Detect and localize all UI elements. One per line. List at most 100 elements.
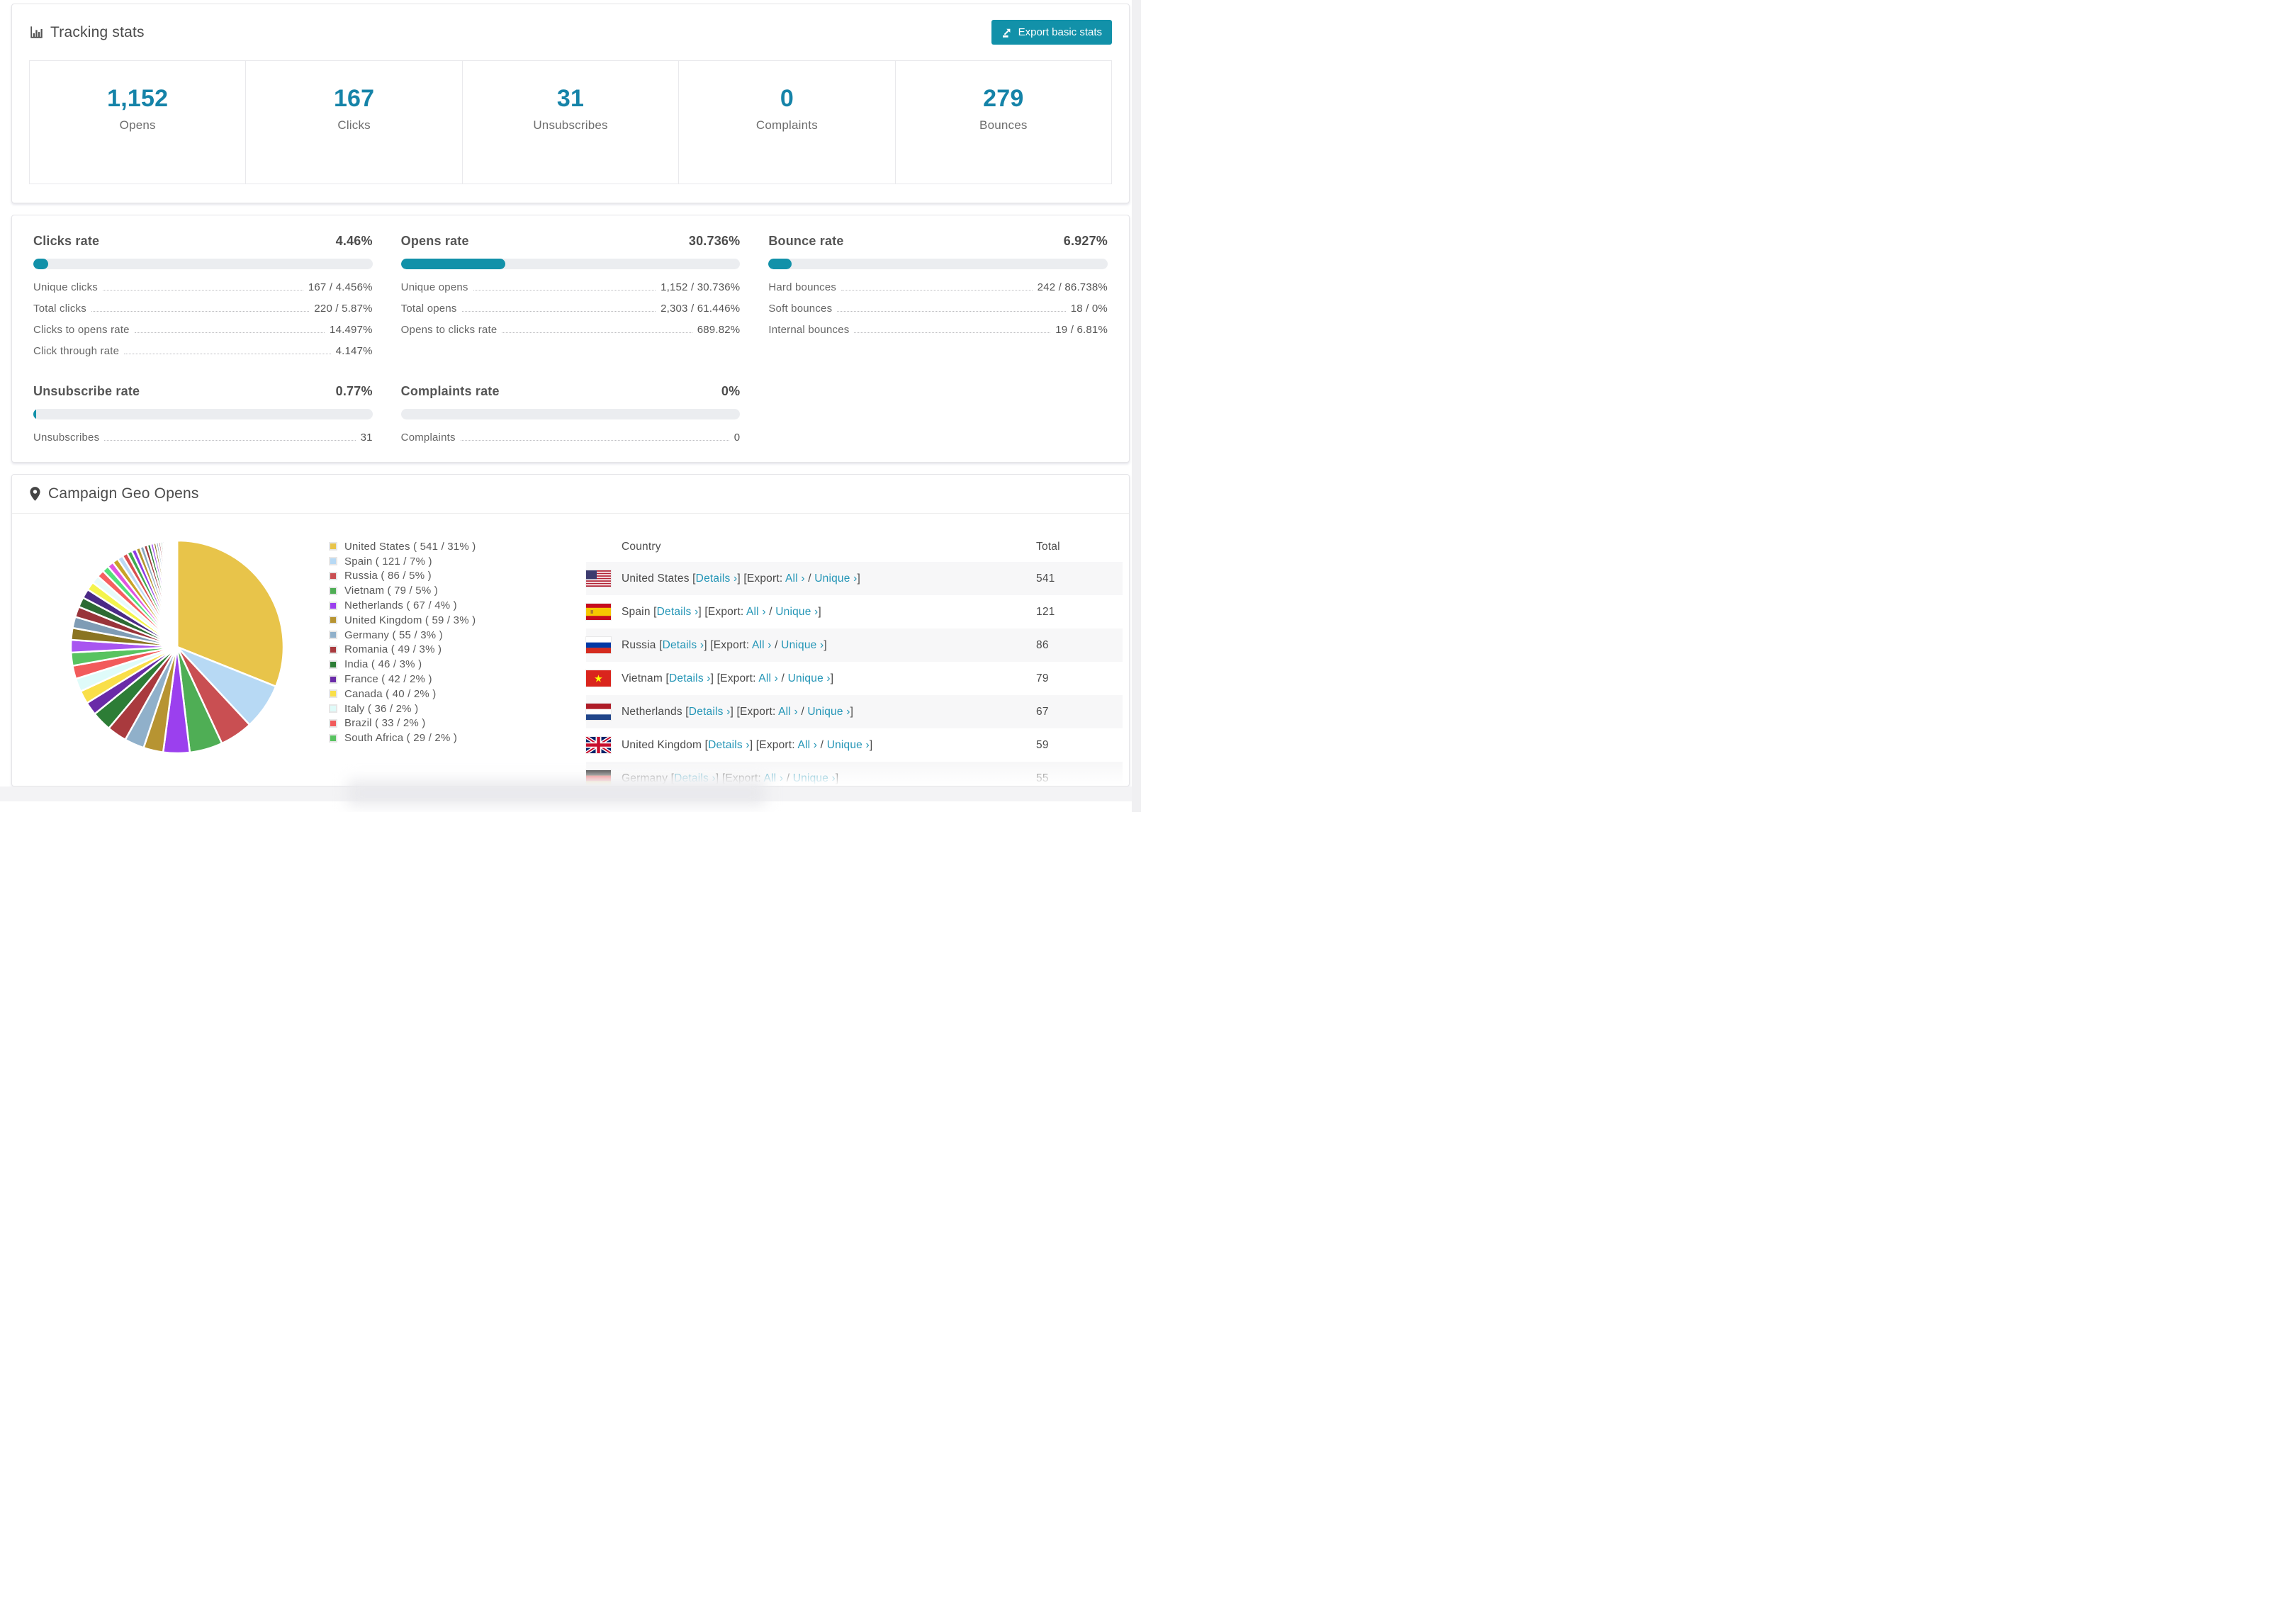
rate-detail-value: 4.147% bbox=[335, 345, 373, 357]
country-total-value: 79 bbox=[1036, 672, 1049, 684]
country-total-value: 541 bbox=[1036, 572, 1055, 585]
rate-panel: Unsubscribe rate 0.77% Unsubscribes 31 bbox=[33, 384, 373, 444]
details-link[interactable]: Details › bbox=[669, 672, 711, 684]
legend-item: Netherlands ( 67 / 4% ) bbox=[329, 598, 476, 613]
legend-color-chip bbox=[329, 631, 337, 640]
legend-color-chip bbox=[329, 660, 337, 669]
country-total-value: 86 bbox=[1036, 638, 1049, 651]
export-button-label: Export basic stats bbox=[1018, 26, 1102, 38]
rate-detail-label: Opens to clicks rate bbox=[400, 324, 498, 336]
geo-table-row: United States [Details ›] [Export: All ›… bbox=[586, 562, 1123, 595]
country-flag-icon bbox=[586, 637, 611, 653]
rate-panel-value: 30.736% bbox=[688, 234, 741, 248]
rate-panel-value: 0% bbox=[721, 384, 741, 398]
rate-progress-fill bbox=[400, 259, 505, 269]
page-bottom-strip bbox=[0, 781, 1141, 805]
details-link[interactable]: Details › bbox=[696, 573, 738, 585]
export-unique-link[interactable]: Unique › bbox=[781, 639, 824, 651]
geo-opens-pie-chart bbox=[67, 537, 287, 757]
details-link[interactable]: Details › bbox=[657, 606, 699, 618]
legend-color-chip bbox=[329, 616, 337, 625]
summary-stat-label: Complaints bbox=[755, 118, 818, 132]
legend-color-chip bbox=[329, 689, 337, 699]
rate-detail-label: Unique opens bbox=[400, 281, 468, 293]
export-all-link[interactable]: All › bbox=[764, 772, 784, 784]
geo-table-row: Spain [Details ›] [Export: All › / Uniqu… bbox=[586, 595, 1123, 628]
country-flag-icon bbox=[586, 737, 611, 753]
country-total-value: 59 bbox=[1036, 738, 1049, 751]
legend-item: Germany ( 55 / 3% ) bbox=[329, 628, 476, 643]
details-link[interactable]: Details › bbox=[708, 739, 750, 751]
rate-progress-fill bbox=[33, 409, 36, 419]
geo-opens-table: Country Total United States [Details ›] … bbox=[586, 532, 1123, 786]
legend-label: Romania ( 49 / 3% ) bbox=[344, 643, 442, 656]
legend-label: United States ( 541 / 31% ) bbox=[344, 540, 476, 553]
rate-detail-value: 689.82% bbox=[697, 324, 741, 336]
rate-panel-value: 6.927% bbox=[1063, 234, 1108, 248]
legend-color-chip bbox=[329, 733, 337, 743]
legend-label: United Kingdom ( 59 / 3% ) bbox=[344, 614, 476, 626]
country-total-value: 121 bbox=[1036, 605, 1055, 618]
rate-detail-row: Clicks to opens rate 14.497% bbox=[33, 324, 373, 336]
country-flag-icon: ★ bbox=[586, 670, 611, 687]
summary-stat-label: Opens bbox=[119, 118, 156, 132]
legend-item: Spain ( 121 / 7% ) bbox=[329, 554, 476, 569]
legend-color-chip bbox=[329, 557, 337, 566]
rate-detail-label: Internal bounces bbox=[768, 324, 850, 336]
rates-card: Clicks rate 4.46% Unique clicks 167 / 4.… bbox=[11, 215, 1130, 463]
legend-label: Spain ( 121 / 7% ) bbox=[344, 555, 432, 568]
export-all-link[interactable]: All › bbox=[797, 739, 817, 751]
summary-stat: 31 Unsubscribes bbox=[461, 61, 678, 184]
rate-detail-label: Unsubscribes bbox=[33, 432, 100, 444]
rate-detail-label: Click through rate bbox=[33, 345, 120, 357]
rate-detail-row: Opens to clicks rate 689.82% bbox=[401, 324, 741, 336]
export-unique-link[interactable]: Unique › bbox=[814, 573, 857, 585]
details-link[interactable]: Details › bbox=[689, 706, 731, 718]
rate-panel: Complaints rate 0% Complaints 0 bbox=[400, 384, 741, 444]
geo-opens-card: Campaign Geo Opens United States ( 541 /… bbox=[11, 474, 1130, 786]
export-unique-link[interactable]: Unique › bbox=[827, 739, 870, 751]
rate-detail-value: 167 / 4.456% bbox=[308, 281, 373, 293]
rate-detail-value: 0 bbox=[734, 432, 741, 444]
geo-table-row: ★ Vietnam [Details ›] [Export: All › / U… bbox=[586, 662, 1123, 695]
legend-label: Russia ( 86 / 5% ) bbox=[344, 570, 432, 582]
country-flag-icon bbox=[586, 704, 611, 720]
export-all-link[interactable]: All › bbox=[752, 639, 772, 651]
tracking-stats-page: Tracking stats Export basic stats 1,152 … bbox=[0, 0, 1141, 812]
dotted-leader bbox=[104, 440, 356, 441]
dotted-leader bbox=[837, 311, 1066, 312]
dotted-leader bbox=[473, 290, 656, 291]
export-basic-stats-button[interactable]: Export basic stats bbox=[991, 20, 1112, 45]
export-unique-link[interactable]: Unique › bbox=[793, 772, 836, 784]
export-all-link[interactable]: All › bbox=[785, 573, 805, 585]
pie-legend: United States ( 541 / 31% ) Spain ( 121 … bbox=[329, 539, 476, 745]
svg-text:★: ★ bbox=[594, 673, 603, 684]
dotted-leader bbox=[502, 332, 692, 333]
rate-progress-bar bbox=[400, 259, 741, 269]
summary-stat-value: 0 bbox=[780, 85, 794, 112]
dotted-leader bbox=[102, 290, 303, 291]
rate-panel-title: Opens rate bbox=[400, 234, 469, 248]
rate-detail-value: 2,303 / 61.446% bbox=[661, 303, 741, 315]
export-all-link[interactable]: All › bbox=[758, 672, 778, 684]
legend-label: Canada ( 40 / 2% ) bbox=[344, 687, 437, 700]
legend-label: France ( 42 / 2% ) bbox=[344, 673, 432, 686]
legend-item: Russia ( 86 / 5% ) bbox=[329, 569, 476, 584]
export-unique-link[interactable]: Unique › bbox=[807, 706, 850, 718]
export-unique-link[interactable]: Unique › bbox=[788, 672, 831, 684]
export-all-link[interactable]: All › bbox=[778, 706, 798, 718]
bottom-shadow-blob bbox=[347, 781, 765, 805]
dotted-leader bbox=[461, 311, 656, 312]
legend-label: Netherlands ( 67 / 4% ) bbox=[344, 599, 457, 612]
rate-detail-row: Click through rate 4.147% bbox=[33, 345, 373, 357]
legend-item: United Kingdom ( 59 / 3% ) bbox=[329, 613, 476, 628]
summary-stat-value: 1,152 bbox=[107, 85, 169, 112]
rate-detail-row: Complaints 0 bbox=[401, 432, 741, 444]
details-link[interactable]: Details › bbox=[663, 639, 704, 651]
rate-progress-fill bbox=[768, 259, 792, 269]
export-all-link[interactable]: All › bbox=[746, 606, 766, 618]
legend-item: United States ( 541 / 31% ) bbox=[329, 539, 476, 554]
rate-detail-value: 31 bbox=[360, 432, 373, 444]
bar-chart-icon bbox=[29, 26, 43, 40]
export-unique-link[interactable]: Unique › bbox=[775, 606, 818, 618]
